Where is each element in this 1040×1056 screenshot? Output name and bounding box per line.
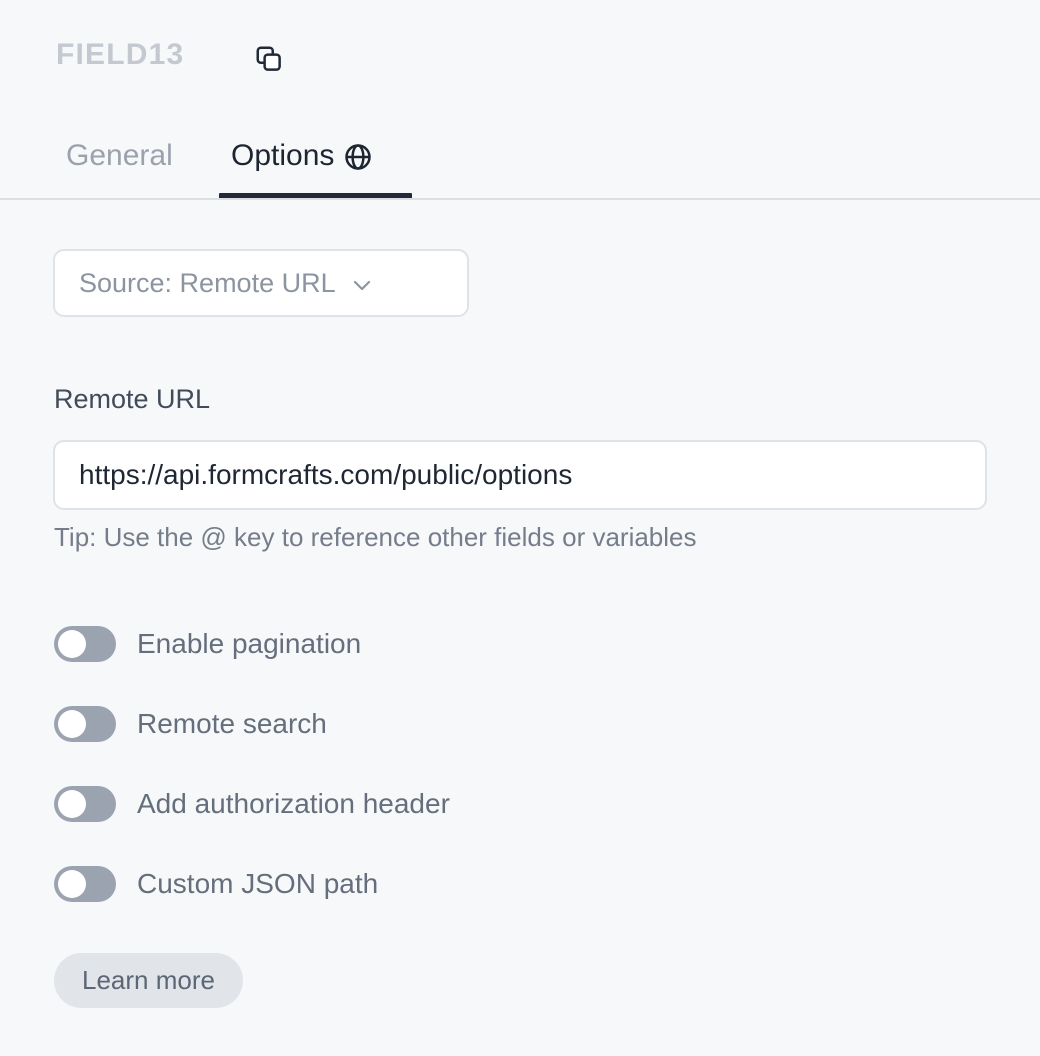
- tab-bar: General Options: [0, 113, 1040, 200]
- toggle-list: Enable pagination Remote search Add auth…: [0, 604, 1040, 924]
- toggle-enable-pagination[interactable]: [54, 626, 116, 662]
- toggle-label-remote-search: Remote search: [137, 708, 327, 739]
- duplicate-field-button[interactable]: [249, 42, 289, 80]
- remote-url-input[interactable]: [53, 440, 987, 510]
- toggle-knob: [58, 790, 86, 818]
- source-select-label: Source: Remote URL: [79, 267, 336, 298]
- learn-more-button[interactable]: Learn more: [54, 953, 243, 1008]
- options-tab-content: Source: Remote URL Remote URL Tip: Use t…: [0, 200, 1040, 1056]
- tab-general[interactable]: General: [66, 113, 173, 198]
- toggle-knob: [58, 630, 86, 658]
- globe-icon: [343, 142, 373, 172]
- toggle-knob: [58, 870, 86, 898]
- toggle-add-authorization-header[interactable]: [54, 786, 116, 822]
- toggle-custom-json-path[interactable]: [54, 866, 116, 902]
- source-select[interactable]: Source: Remote URL: [53, 249, 469, 317]
- toggle-row-remote-search[interactable]: Remote search: [0, 684, 1040, 764]
- tab-options[interactable]: Options: [231, 113, 373, 198]
- remote-url-label: Remote URL: [54, 384, 211, 414]
- toggle-row-custom-json-path[interactable]: Custom JSON path: [0, 844, 1040, 924]
- toggle-row-add-authorization-header[interactable]: Add authorization header: [0, 764, 1040, 844]
- copy-icon: [254, 44, 284, 79]
- panel-header: FIELD13: [0, 0, 1040, 113]
- tab-options-label: Options: [231, 138, 335, 172]
- toggle-knob: [58, 710, 86, 738]
- remote-url-tip: Tip: Use the @ key to reference other fi…: [54, 522, 697, 552]
- toggle-label-custom-json-path: Custom JSON path: [137, 868, 379, 899]
- toggle-label-add-authorization-header: Add authorization header: [137, 788, 450, 819]
- page-title: FIELD13: [56, 38, 185, 71]
- toggle-row-enable-pagination[interactable]: Enable pagination: [0, 604, 1040, 684]
- toggle-remote-search[interactable]: [54, 706, 116, 742]
- toggle-label-enable-pagination: Enable pagination: [137, 628, 362, 659]
- field-settings-panel: FIELD13 General Options Source: Remote U…: [0, 0, 1040, 1056]
- tab-general-label: General: [66, 138, 173, 172]
- chevron-down-icon: [350, 273, 374, 297]
